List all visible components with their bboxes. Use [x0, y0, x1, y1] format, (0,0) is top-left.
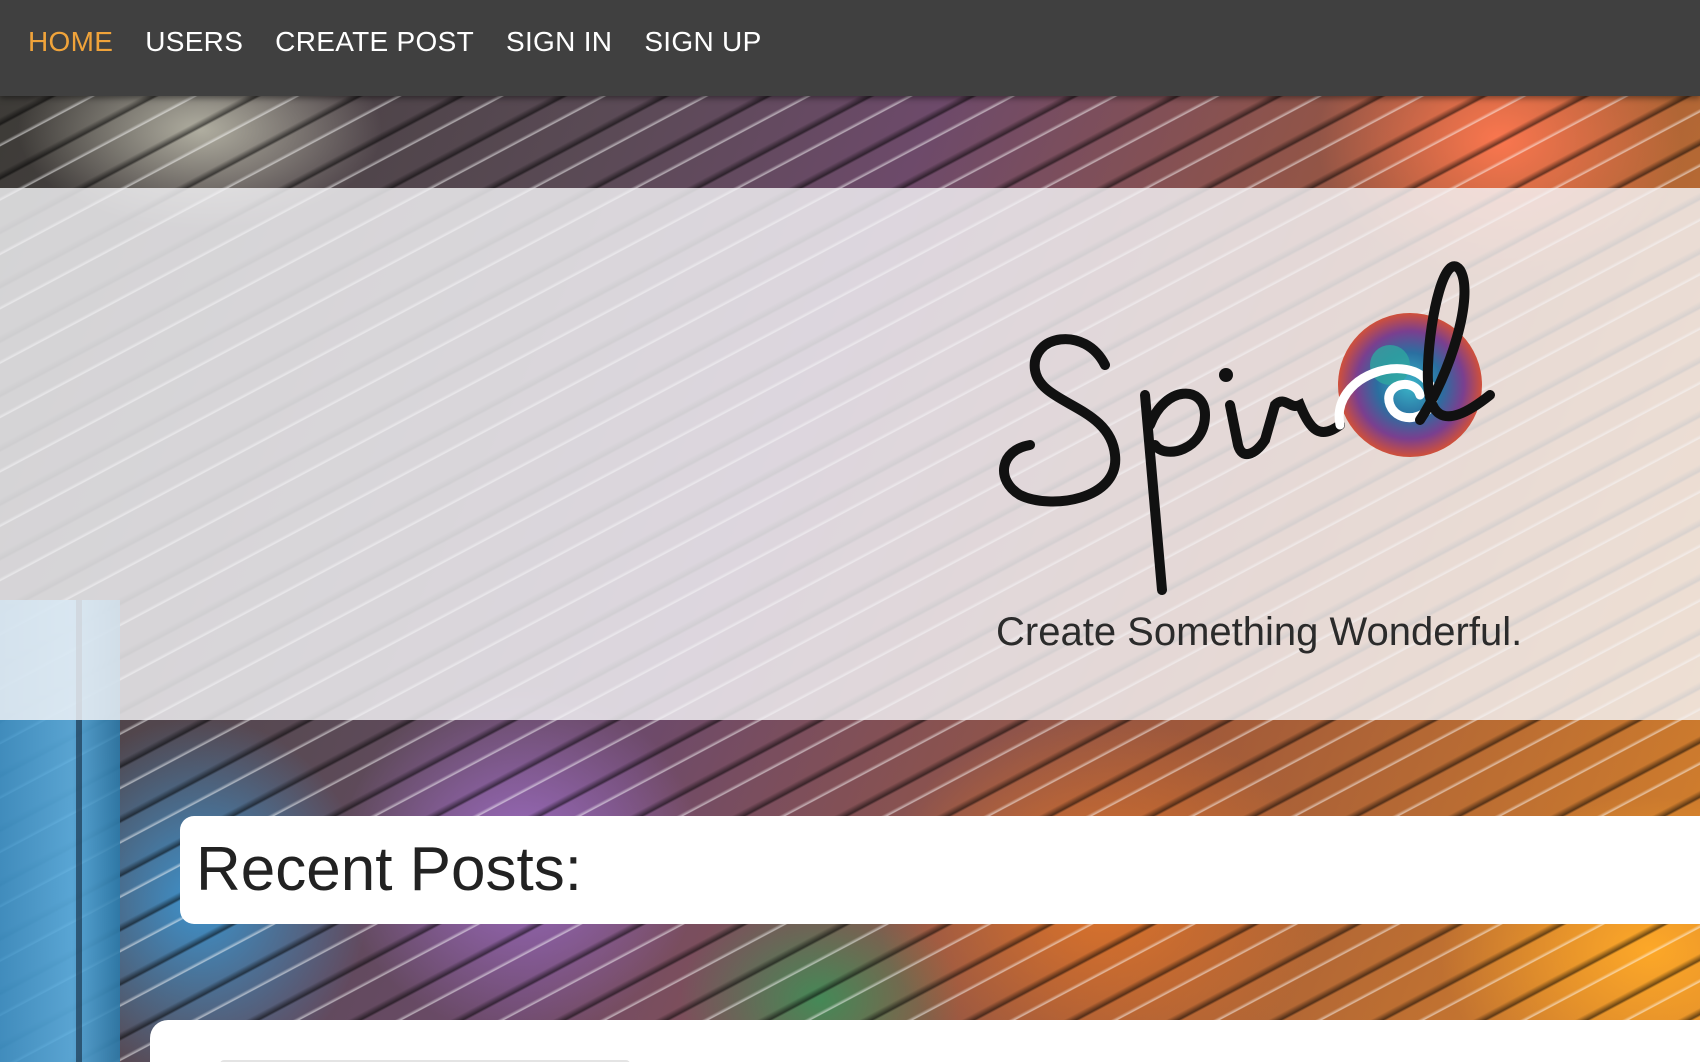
nav-link-sign-in[interactable]: SIGN IN: [506, 26, 612, 57]
nav-item-home: HOME: [28, 26, 113, 58]
nav-list: HOME USERS CREATE POST SIGN IN SIGN UP: [28, 26, 762, 58]
page: HOME USERS CREATE POST SIGN IN SIGN UP C…: [0, 0, 1700, 1062]
nav-item-sign-up: SIGN UP: [644, 26, 761, 58]
recent-posts-header-card: Recent Posts:: [180, 816, 1700, 924]
nav-link-sign-up[interactable]: SIGN UP: [644, 26, 761, 57]
nav-link-create-post[interactable]: CREATE POST: [275, 26, 474, 57]
nav-link-home[interactable]: HOME: [28, 26, 113, 57]
logo-letter-s: [999, 334, 1121, 507]
logo-letter-r: [1260, 396, 1345, 445]
nav-item-sign-in: SIGN IN: [506, 26, 612, 58]
nav-item-create-post: CREATE POST: [275, 26, 474, 58]
nav-item-users: USERS: [145, 26, 243, 58]
spiral-logo: [999, 261, 1495, 595]
logo-i-dot: [1219, 368, 1233, 382]
nav-link-users[interactable]: USERS: [145, 26, 243, 57]
top-navbar: HOME USERS CREATE POST SIGN IN SIGN UP: [0, 0, 1700, 96]
post-card[interactable]: [150, 1020, 1700, 1062]
logo-letter-p: [1140, 388, 1211, 595]
hero-tagline: Create Something Wonderful.: [996, 610, 1523, 654]
recent-posts-heading: Recent Posts:: [196, 835, 582, 904]
logo-letter-i: [1225, 400, 1270, 459]
